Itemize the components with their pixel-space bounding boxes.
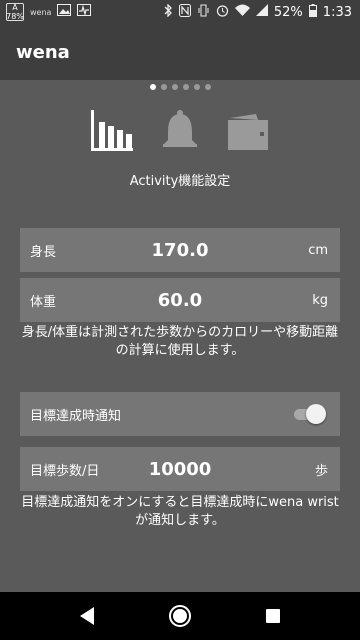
pager-dots	[0, 84, 360, 94]
weight-row[interactable]: 体重 60.0 kg	[20, 278, 340, 322]
goal-notify-row[interactable]: 目標達成時通知	[20, 392, 340, 436]
app-title: wena	[16, 41, 70, 63]
pager-dot[interactable]	[204, 84, 211, 90]
feature-icons	[0, 104, 360, 152]
nfc-icon	[178, 3, 191, 21]
app-bar: wena	[0, 24, 360, 80]
home-icon	[168, 605, 191, 627]
image-notification-icon	[57, 4, 72, 20]
status-right: 52% 1:33	[164, 2, 352, 21]
body-note: 身長/体重は計測された歩数からのカロリーや移動距離の計算に使用します。	[21, 325, 339, 358]
goal-steps-row[interactable]: 目標歩数/日 10000 歩	[20, 447, 340, 491]
signal-icon	[255, 4, 268, 20]
clock: 1:33	[322, 4, 352, 20]
goal-steps-unit: 歩	[314, 463, 328, 479]
goal-notify-toggle[interactable]	[292, 404, 326, 424]
height-value[interactable]: 170.0	[20, 240, 340, 261]
back-icon	[79, 607, 94, 625]
pager-dot[interactable]	[193, 84, 200, 90]
section-title: Activity機能設定	[129, 174, 231, 189]
activity-bars-icon[interactable]	[89, 106, 135, 152]
nav-bar	[0, 592, 360, 640]
pager-dot-active[interactable]	[149, 84, 156, 90]
battery-percent: 52%	[273, 4, 303, 20]
pager-dot[interactable]	[160, 84, 167, 90]
bell-icon[interactable]	[157, 106, 203, 152]
recents-icon	[266, 609, 281, 623]
status-left: A 78% wena	[6, 3, 92, 21]
badge-top: A	[12, 3, 18, 12]
wifi-icon	[234, 4, 250, 20]
pager-dot[interactable]	[182, 84, 189, 90]
bluetooth-icon	[164, 2, 173, 21]
back-button[interactable]	[67, 596, 107, 636]
weight-unit: kg	[312, 292, 328, 308]
goal-note: 目標達成通知をオンにすると目標達成時にwena wristが通知します。	[21, 495, 339, 528]
goal-notify-label: 目標達成時通知	[30, 408, 122, 424]
pager-dot[interactable]	[171, 84, 178, 90]
battery-icon	[308, 3, 317, 21]
toggle-thumb	[306, 404, 326, 424]
wena-notification-label: wena	[30, 7, 52, 17]
recents-button[interactable]	[253, 596, 293, 636]
wallet-icon[interactable]	[225, 106, 271, 152]
battery-badge-icon: A 78%	[6, 3, 24, 21]
height-row[interactable]: 身長 170.0 cm	[20, 228, 340, 272]
alarm-icon	[216, 4, 229, 21]
home-button[interactable]	[160, 596, 200, 636]
badge-bottom: 78%	[6, 12, 24, 21]
activity-notification-icon	[77, 4, 92, 20]
height-unit: cm	[308, 242, 328, 258]
vibrate-icon	[197, 4, 210, 21]
weight-value[interactable]: 60.0	[20, 290, 340, 311]
status-bar: A 78% wena 52% 1:33	[0, 0, 360, 24]
goal-steps-value[interactable]: 10000	[20, 459, 340, 480]
